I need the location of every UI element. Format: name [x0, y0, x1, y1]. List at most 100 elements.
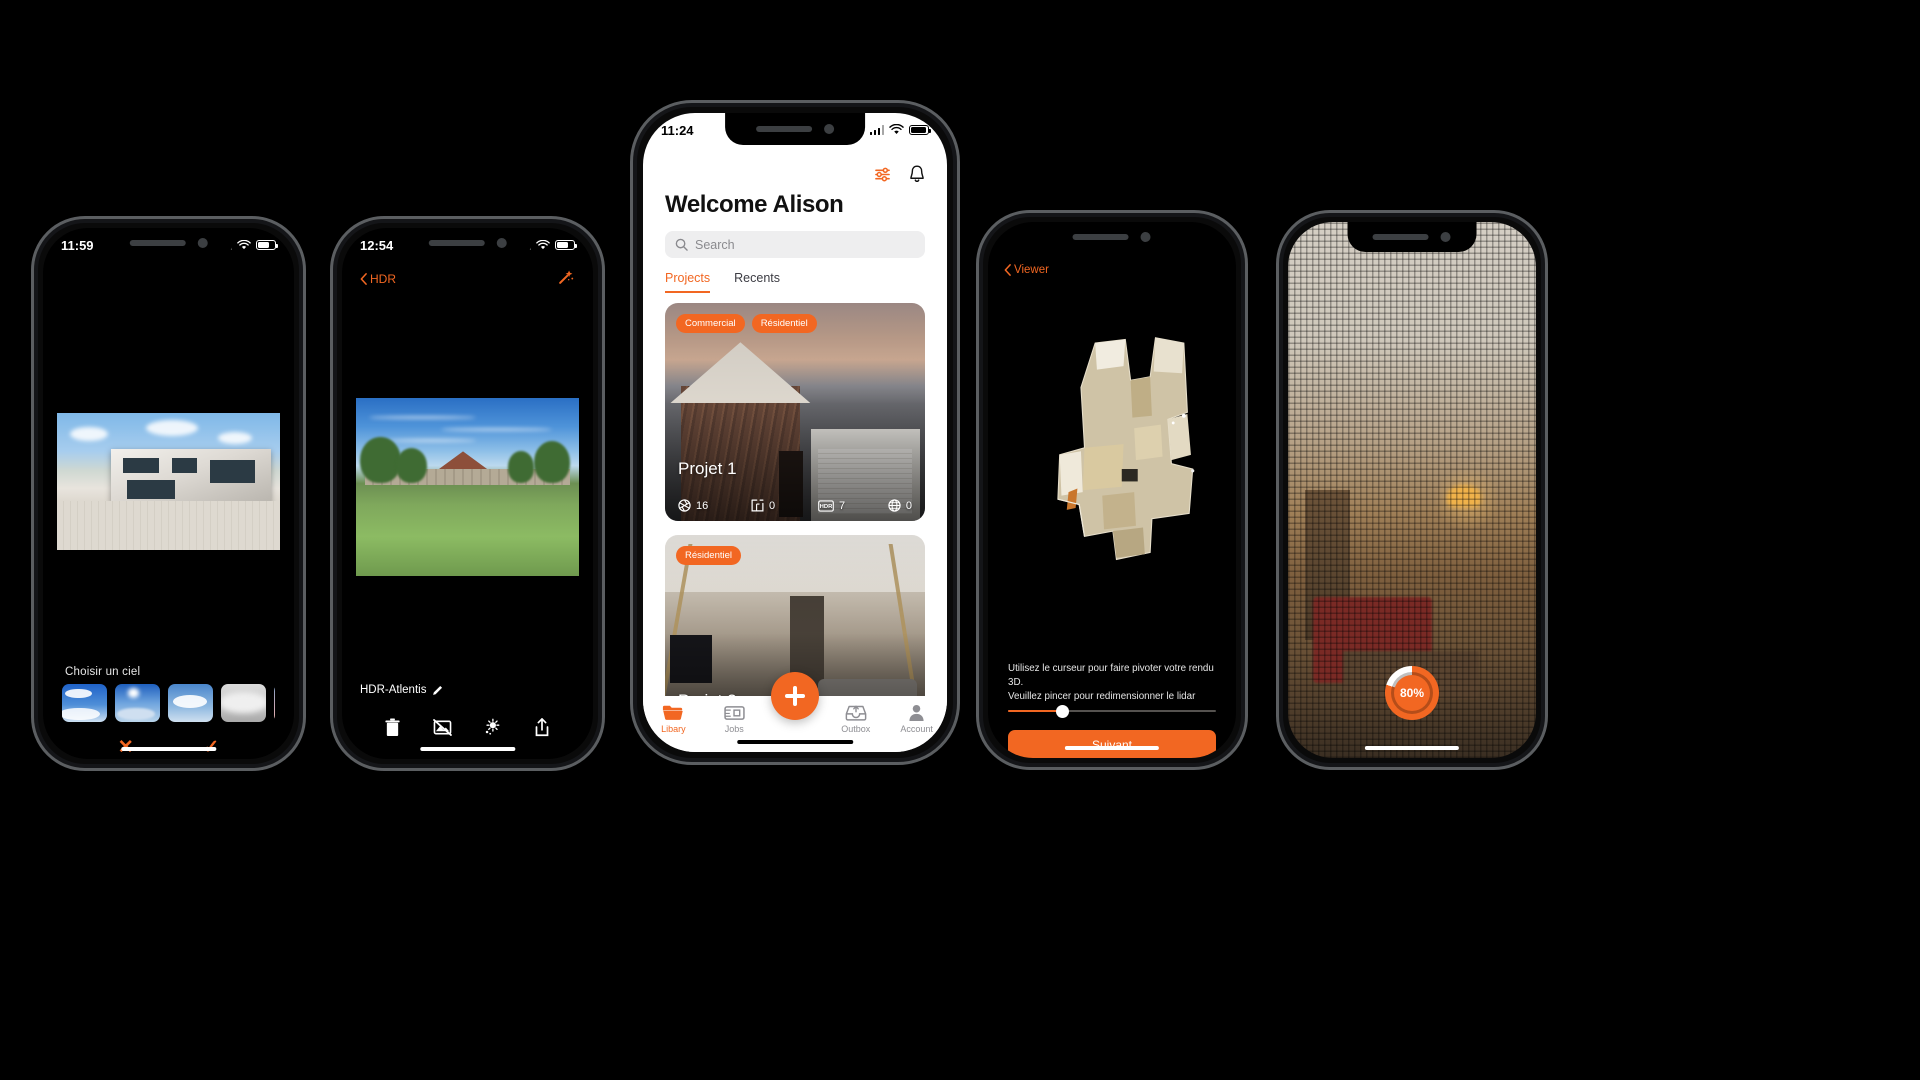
wifi-icon [536, 239, 550, 249]
brightness-icon[interactable] [481, 716, 503, 738]
home-indicator[interactable] [120, 747, 217, 751]
search-icon [675, 238, 688, 251]
trash-icon[interactable] [382, 716, 404, 738]
header-actions [874, 165, 925, 183]
sky-thumb-2[interactable] [115, 684, 160, 722]
image-overlay [665, 303, 925, 521]
tab-label: Outbox [841, 724, 871, 734]
hint-line-1: Utilisez le curseur pour faire pivoter v… [1008, 663, 1214, 689]
phone-library-home: 11:24 Welcome Alison Search Projects Rec… [630, 100, 960, 765]
notch [725, 113, 865, 145]
earpiece-speaker [428, 240, 485, 246]
next-button[interactable]: Suivant [1008, 730, 1216, 758]
stat-value: 0 [905, 499, 912, 512]
tab-label: Libary [661, 724, 686, 734]
slider-fill [1008, 710, 1058, 712]
sky-thumb-4[interactable] [221, 684, 266, 722]
stat-floorplans: 0 [751, 499, 775, 512]
showcase-canvas: 11:59 Choisir un ciel 12:54 HDR HDR-Atle… [0, 0, 1920, 1080]
category-chips: Commercial Résidentiel [676, 314, 817, 333]
floorplan-icon [751, 499, 764, 512]
tab-account[interactable]: Account [886, 704, 947, 734]
tab-libary[interactable]: Libary [643, 704, 704, 734]
chip-residentiel[interactable]: Résidentiel [676, 546, 741, 565]
wifi-icon [889, 124, 904, 134]
sky-thumb-3[interactable] [168, 684, 213, 722]
front-camera [823, 124, 834, 134]
chevron-left-icon [360, 273, 367, 285]
tab-label: Account [900, 724, 933, 734]
tab-projects[interactable]: Projects [665, 271, 711, 293]
rotation-slider[interactable] [1008, 704, 1216, 718]
progress-label: 80% [1394, 675, 1430, 711]
image-off-icon[interactable] [432, 716, 454, 738]
tab-label: Jobs [724, 724, 744, 734]
project-card-projet-1[interactable]: Commercial Résidentiel Projet 1 16 0 HDR… [665, 303, 925, 521]
stat-value: 7 [838, 499, 846, 512]
share-icon[interactable] [531, 716, 553, 738]
stat-panoramas: 0 [888, 499, 912, 512]
project-stats: 16 0 HDR 7 0 [678, 499, 912, 512]
phone-sky-replacement: 11:59 Choisir un ciel [31, 216, 306, 771]
sliders-icon[interactable] [874, 167, 891, 182]
outbox-icon [845, 705, 867, 721]
back-button[interactable]: HDR [360, 272, 396, 286]
earpiece-speaker [129, 240, 186, 246]
page-title: Welcome Alison [665, 191, 844, 218]
chip-commercial[interactable]: Commercial [676, 314, 745, 333]
panorama-icon [888, 499, 901, 512]
battery-icon [909, 125, 931, 135]
notch [1347, 222, 1477, 252]
lidar-3d-model[interactable] [1010, 312, 1214, 642]
driveway [57, 500, 280, 550]
phone1-screen: 11:59 Choisir un ciel [43, 228, 294, 759]
phone4-screen: Viewer Utilisez le curseur pour faire pi… [988, 222, 1236, 758]
home-indicator[interactable] [1364, 746, 1460, 750]
tab-jobs[interactable]: Jobs [704, 704, 765, 734]
hdr-preview-photo [356, 398, 579, 576]
house-roof [436, 451, 490, 471]
pencil-icon[interactable] [432, 685, 443, 696]
preview-photo [57, 413, 280, 550]
content-tabs: Projects Recents [665, 271, 780, 293]
wifi-icon [237, 239, 251, 249]
bell-icon[interactable] [909, 165, 925, 183]
front-camera [1140, 232, 1151, 242]
battery-icon [555, 240, 577, 250]
chip-residentiel[interactable]: Résidentiel [751, 314, 817, 333]
stat-value: 0 [769, 499, 776, 512]
photo-name-row[interactable]: HDR-Atlentis [360, 684, 443, 696]
sky-thumbnail-list[interactable] [62, 684, 275, 722]
svg-text:HDR: HDR [820, 504, 833, 510]
person-icon [909, 704, 924, 721]
slider-knob[interactable] [1055, 704, 1069, 718]
home-indicator[interactable] [1064, 746, 1160, 750]
search-placeholder: Search [695, 237, 735, 252]
magic-wand-icon[interactable] [558, 268, 575, 288]
tab-outbox[interactable]: Outbox [825, 704, 886, 734]
tab-recents[interactable]: Recents [734, 271, 780, 293]
house-subject [110, 448, 272, 504]
sky-thumb-1[interactable] [62, 684, 107, 722]
project-list[interactable]: Commercial Résidentiel Projet 1 16 0 HDR… [665, 303, 925, 696]
front-camera [1440, 232, 1451, 242]
notch [1047, 222, 1177, 252]
battery-icon [256, 240, 278, 250]
status-indicators [869, 124, 931, 136]
app-body: 11:24 Welcome Alison Search Projects Rec… [643, 113, 947, 752]
editor-toolbar [342, 716, 593, 738]
back-button[interactable]: Viewer [1004, 264, 1049, 276]
notch [103, 228, 234, 258]
search-input[interactable]: Search [665, 231, 925, 258]
sky-picker-title: Choisir un ciel [65, 666, 141, 678]
notch [402, 228, 533, 258]
chevron-left-icon [1004, 264, 1011, 276]
home-indicator[interactable] [737, 740, 853, 744]
add-project-button[interactable] [771, 672, 819, 720]
scan-progress-indicator: 80% [1385, 666, 1439, 720]
home-indicator[interactable] [419, 747, 516, 751]
hint-line-2: Veuillez pincer pour redimensionner le l… [1008, 691, 1196, 703]
stat-value: 16 [696, 499, 709, 512]
sky-thumb-5[interactable] [274, 684, 275, 722]
phone3-screen: 11:24 Welcome Alison Search Projects Rec… [643, 113, 947, 752]
